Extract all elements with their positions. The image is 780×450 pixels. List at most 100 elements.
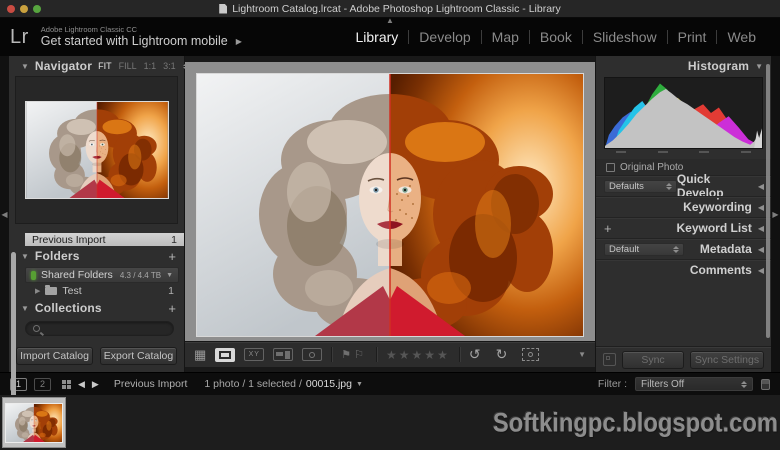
- add-keyword-icon[interactable]: +: [604, 222, 612, 235]
- second-window-button[interactable]: 2: [34, 378, 51, 391]
- module-library[interactable]: Library: [346, 29, 409, 45]
- collections-title: Collections: [35, 301, 102, 315]
- panel-label: Comments: [690, 263, 752, 277]
- panel-keyword-list[interactable]: + Keyword List ◀: [596, 217, 771, 238]
- document-icon: [219, 4, 227, 14]
- star-rating[interactable]: ★★★★★: [386, 348, 450, 362]
- navigator-header[interactable]: ▼ Navigator FIT FILL 1:1 3:1: [9, 56, 184, 76]
- toolbar-options-icon[interactable]: ▼: [578, 350, 586, 359]
- selection-status[interactable]: 1 photo / 1 selected / 00015.jpg ▼: [204, 378, 363, 390]
- panel-quick-develop[interactable]: Defaults Quick Develop ◀: [596, 175, 771, 196]
- module-print[interactable]: Print: [668, 29, 717, 45]
- add-collection-icon[interactable]: +: [168, 302, 176, 315]
- top-header: Lr Adobe Lightroom Classic CC Get starte…: [0, 18, 780, 56]
- people-view-icon[interactable]: [302, 348, 322, 361]
- disclosure-triangle-icon[interactable]: ▶: [35, 287, 40, 295]
- panel-comments[interactable]: Comments ◀: [596, 259, 771, 280]
- sync-settings-button[interactable]: Sync Settings: [690, 351, 764, 369]
- rotate-right-icon[interactable]: ↻: [496, 346, 514, 363]
- chevron-left-icon: ◀: [758, 224, 764, 233]
- chevron-left-icon: ◀: [758, 203, 764, 212]
- filmstrip-source[interactable]: Previous Import: [114, 378, 188, 390]
- divider: [331, 347, 332, 362]
- module-web[interactable]: Web: [717, 29, 766, 45]
- zoom-fit[interactable]: FIT: [98, 61, 112, 71]
- view-toolbar: ▦ XY ⚑⚐ ★★★★★ ↺ ↻ ▼: [185, 341, 595, 367]
- disclosure-triangle-icon: ▼: [21, 252, 29, 261]
- sync-buttons-row: Sync Sync Settings: [596, 346, 771, 372]
- navigator-thumbnail[interactable]: [26, 102, 168, 198]
- selection-count: 1 photo / 1 selected /: [204, 378, 301, 390]
- compare-view-icon[interactable]: XY: [244, 348, 264, 361]
- histogram-graph[interactable]: [604, 77, 763, 149]
- go-forward-icon[interactable]: ▶: [92, 379, 99, 390]
- filmstrip-cell-selected[interactable]: [2, 397, 66, 448]
- left-panel-collapse-strip[interactable]: ◀: [0, 56, 9, 372]
- spinner-icon[interactable]: [183, 63, 189, 70]
- histogram-ticks: [616, 151, 751, 155]
- go-back-icon[interactable]: ◀: [78, 379, 85, 390]
- chevron-left-icon: ◀: [1, 210, 7, 219]
- module-map[interactable]: Map: [482, 29, 529, 45]
- promo-link[interactable]: Get started with Lightroom mobile: [41, 34, 228, 48]
- disclosure-triangle-icon: ▼: [21, 62, 29, 71]
- search-icon: [33, 325, 40, 332]
- histogram-header[interactable]: Histogram ▼: [596, 56, 771, 76]
- rotate-left-icon[interactable]: ↺: [469, 346, 487, 363]
- watermark-text: Softkingpc.blogspot.com: [493, 407, 778, 438]
- preset-value: Defaults: [609, 181, 644, 192]
- volume-row[interactable]: Shared Folders 4.3 / 4.4 TB ▼: [25, 267, 179, 283]
- panel-label: Keywording: [683, 200, 752, 214]
- zoom-3-1[interactable]: 3:1: [163, 61, 176, 71]
- collections-search-input[interactable]: [25, 321, 174, 336]
- folders-title: Folders: [35, 249, 80, 263]
- saved-preset-dropdown[interactable]: Defaults: [604, 180, 677, 193]
- module-slideshow[interactable]: Slideshow: [583, 29, 667, 45]
- navigator-preview[interactable]: [15, 76, 178, 224]
- photo[interactable]: [197, 74, 583, 336]
- selected-filename: 00015.jpg: [306, 378, 352, 390]
- navigate-frame-icon[interactable]: [522, 348, 539, 361]
- import-catalog-button[interactable]: Import Catalog: [16, 347, 93, 365]
- module-book[interactable]: Book: [530, 29, 582, 45]
- folder-item-test[interactable]: ▶ Test 1: [9, 283, 184, 298]
- chevron-left-icon: ◀: [758, 245, 764, 254]
- original-photo-checkbox[interactable]: [606, 163, 615, 172]
- photo-count: 1: [168, 285, 174, 297]
- play-arrow-icon[interactable]: ▶: [236, 37, 242, 46]
- survey-view-icon[interactable]: [273, 348, 293, 361]
- filmstrip-thumbnail[interactable]: [6, 404, 62, 442]
- export-catalog-button[interactable]: Export Catalog: [100, 347, 177, 365]
- loupe-canvas[interactable]: [185, 62, 595, 341]
- filter-label: Filter :: [598, 378, 627, 390]
- folders-header[interactable]: ▼ Folders +: [9, 246, 184, 266]
- module-develop[interactable]: Develop: [409, 29, 480, 45]
- zoom-fill[interactable]: FILL: [119, 61, 137, 71]
- module-picker: Library Develop Map Book Slideshow Print…: [346, 29, 767, 45]
- right-panel-scrollbar[interactable]: [766, 64, 770, 338]
- disclosure-triangle-icon: ▼: [755, 62, 763, 71]
- grid-view-icon[interactable]: ▦: [194, 347, 206, 363]
- folder-label: Test: [62, 285, 81, 297]
- volume-name: Shared Folders: [41, 269, 113, 281]
- disclosure-triangle-icon: ▼: [21, 304, 29, 313]
- chevron-down-icon[interactable]: ▼: [166, 272, 173, 279]
- metadata-preset-dropdown[interactable]: Default: [604, 243, 684, 256]
- grid-view-shortcut-icon[interactable]: [62, 380, 71, 389]
- zoom-1-1[interactable]: 1:1: [144, 61, 157, 71]
- filter-preset-dropdown[interactable]: Filters Off: [635, 377, 753, 391]
- collections-header[interactable]: ▼ Collections +: [9, 298, 184, 318]
- panel-keywording[interactable]: Keywording ◀: [596, 196, 771, 217]
- loupe-view-icon[interactable]: [215, 348, 235, 362]
- right-panel-collapse-strip[interactable]: ▶: [771, 56, 780, 372]
- panel-metadata[interactable]: Default Metadata ◀: [596, 238, 771, 259]
- left-panel-scrollbar[interactable]: [11, 252, 16, 398]
- filter-lock-icon[interactable]: [761, 379, 770, 390]
- add-folder-icon[interactable]: +: [168, 250, 176, 263]
- collapse-top-panel-icon[interactable]: ▲: [386, 16, 394, 25]
- previous-import-row[interactable]: Previous Import 1: [25, 233, 184, 246]
- sync-icon[interactable]: [603, 353, 616, 366]
- sync-button[interactable]: Sync: [622, 351, 684, 369]
- flag-icons[interactable]: ⚑⚐: [341, 348, 367, 361]
- folder-icon: [45, 287, 57, 295]
